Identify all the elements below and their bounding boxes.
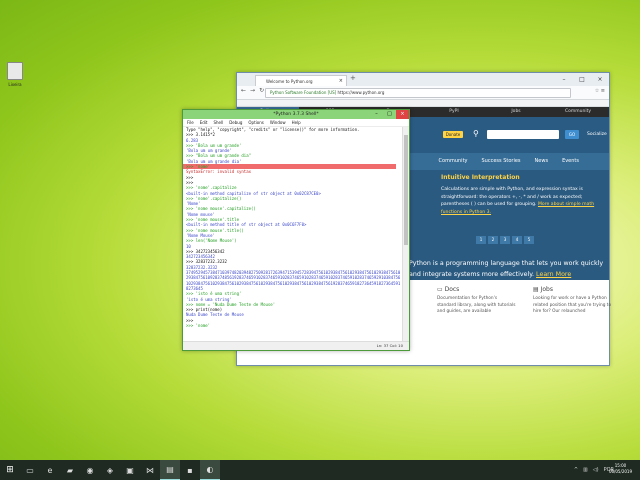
jobs-text: Looking for work or have a Python relate… [533,296,612,314]
desktop-icon-label: Lixeira [8,82,22,87]
idle-scrollbar[interactable] [402,127,409,341]
maximize-icon[interactable]: □ [573,73,591,86]
windows-start-icon[interactable]: ⊞ [0,465,20,475]
tab-title: Welcome to Python.org [266,79,313,84]
docs-title-text: Docs [444,286,460,293]
bookmarks-bar [237,100,609,107]
nav-pypi[interactable]: PyPI [423,107,485,117]
trash-icon [7,62,23,80]
store-icon[interactable]: ▣ [120,460,140,480]
recycle-bin-icon[interactable]: Lixeira [4,62,26,87]
subnav-news[interactable]: News [535,153,549,170]
shell-line: 3749529457384710397482039482750928172639… [186,270,401,291]
shell-line: >>> 'nome' [186,322,211,328]
jobs-title[interactable]: ▤ Jobs [533,286,613,293]
task-view-icon[interactable]: ▭ [20,460,40,480]
socialize-link[interactable]: Socialize [587,132,607,137]
search-icon: ⚲ [473,129,479,138]
menu-help[interactable]: Help [292,119,301,126]
windows-media-icon[interactable]: ◈ [100,460,120,480]
menu-file[interactable]: File [187,119,194,126]
browser-tabbar: Welcome to Python.org × + – □ × [237,73,609,86]
pager-2[interactable]: 2 [488,236,498,244]
volume-icon[interactable]: ◁) [593,467,599,473]
site-identity: Python Software Foundation [US] [270,90,337,95]
jobs-widget: ▤ Jobs Looking for work or have a Python… [533,286,613,316]
docs-text: Documentation for Python's standard libr… [437,296,516,314]
jobs-icon: ▤ [533,286,541,293]
idle-menubar: File Edit Shell Debug Options Window Hel… [183,119,409,127]
file-explorer-icon[interactable]: ▰ [60,460,80,480]
tray-arrow-icon[interactable]: ^ [574,467,578,473]
docs-widget: ▭ Docs Documentation for Python's standa… [437,286,517,316]
pager-5[interactable]: 5 [524,236,534,244]
vscode-icon[interactable]: ⋈ [140,460,160,480]
jobs-title-text: Jobs [540,286,553,293]
idle-shell-window: *Python 3.7.3 Shell* – □ × File Edit She… [182,109,410,351]
clock-date: 06/05/2019 [608,469,632,474]
pager-1[interactable]: 1 [476,236,486,244]
url-text: https://www.python.org [337,90,385,95]
browser-menu-icon[interactable]: ☆ ≡ [595,88,605,94]
python-idle-icon[interactable]: ▤ [160,460,180,480]
nav-jobs[interactable]: Jobs [485,107,547,117]
address-bar-row: ← → ↻ Python Software Foundation [US] ht… [237,86,609,100]
menu-shell[interactable]: Shell [213,119,223,126]
new-tab-icon[interactable]: + [350,74,356,82]
idle-window-controls: – □ × [370,110,409,119]
window-controls: – □ × [555,73,609,86]
idle-maximize-icon[interactable]: □ [383,110,396,119]
cursor-position: Ln: 37 Col: 10 [376,343,403,348]
firefox-icon[interactable]: ◐ [200,460,220,480]
minimize-icon[interactable]: – [555,73,573,86]
clock[interactable]: 15:00 06/05/2019 [609,463,632,475]
menu-edit[interactable]: Edit [200,119,208,126]
address-input[interactable]: Python Software Foundation [US] https://… [265,88,571,98]
tagline: Python is a programming language that le… [409,258,609,280]
pager-4[interactable]: 4 [512,236,522,244]
network-icon[interactable]: ▥ [583,467,588,473]
tagline-text: Python is a programming language that le… [409,260,604,278]
hero-paragraph: Calculations are simple with Python, and… [441,186,601,216]
forward-icon[interactable]: → [250,87,255,94]
menu-window[interactable]: Window [270,119,286,126]
close-icon[interactable]: × [591,73,609,86]
docs-icon: ▭ [437,286,445,293]
idle-statusbar: Ln: 37 Col: 10 [183,341,409,350]
back-icon[interactable]: ← [241,87,246,94]
docs-title[interactable]: ▭ Docs [437,286,517,293]
nav-buttons: ← → ↻ [241,87,264,94]
learn-more-link[interactable]: Learn More [536,271,571,278]
pager-3[interactable]: 3 [500,236,510,244]
nav-community[interactable]: Community [547,107,609,117]
reload-icon[interactable]: ↻ [259,87,264,94]
donate-button[interactable]: Donate [443,131,463,138]
subnav-success-stories[interactable]: Success Stories [482,153,521,170]
search-input[interactable] [487,130,559,139]
shell-output[interactable]: Type "help", "copyright", "credits" or "… [183,127,402,341]
subnav-community[interactable]: Community [439,153,468,170]
go-button[interactable]: GO [565,130,579,139]
idle-minimize-icon[interactable]: – [370,110,383,119]
menu-options[interactable]: Options [248,119,263,126]
slide-pager: 1 2 3 4 5 [476,236,534,244]
edge-icon[interactable]: e [40,460,60,480]
idle-titlebar[interactable]: *Python 3.7.3 Shell* – □ × [183,110,409,119]
chrome-icon[interactable]: ◉ [80,460,100,480]
hero-heading: Intuitive Interpretation [441,174,520,181]
menu-debug[interactable]: Debug [229,119,242,126]
terminal-icon[interactable]: ▪ [180,460,200,480]
idle-close-icon[interactable]: × [396,110,409,119]
subnav-events[interactable]: Events [562,153,579,170]
scroll-thumb[interactable] [404,135,408,245]
browser-tab[interactable]: Welcome to Python.org × [255,75,347,86]
taskbar: ⊞ ▭ e ▰ ◉ ◈ ▣ ⋈ ▤ ▪ ◐ ^ ▥ ◁) POR 15:00 0… [0,460,640,480]
